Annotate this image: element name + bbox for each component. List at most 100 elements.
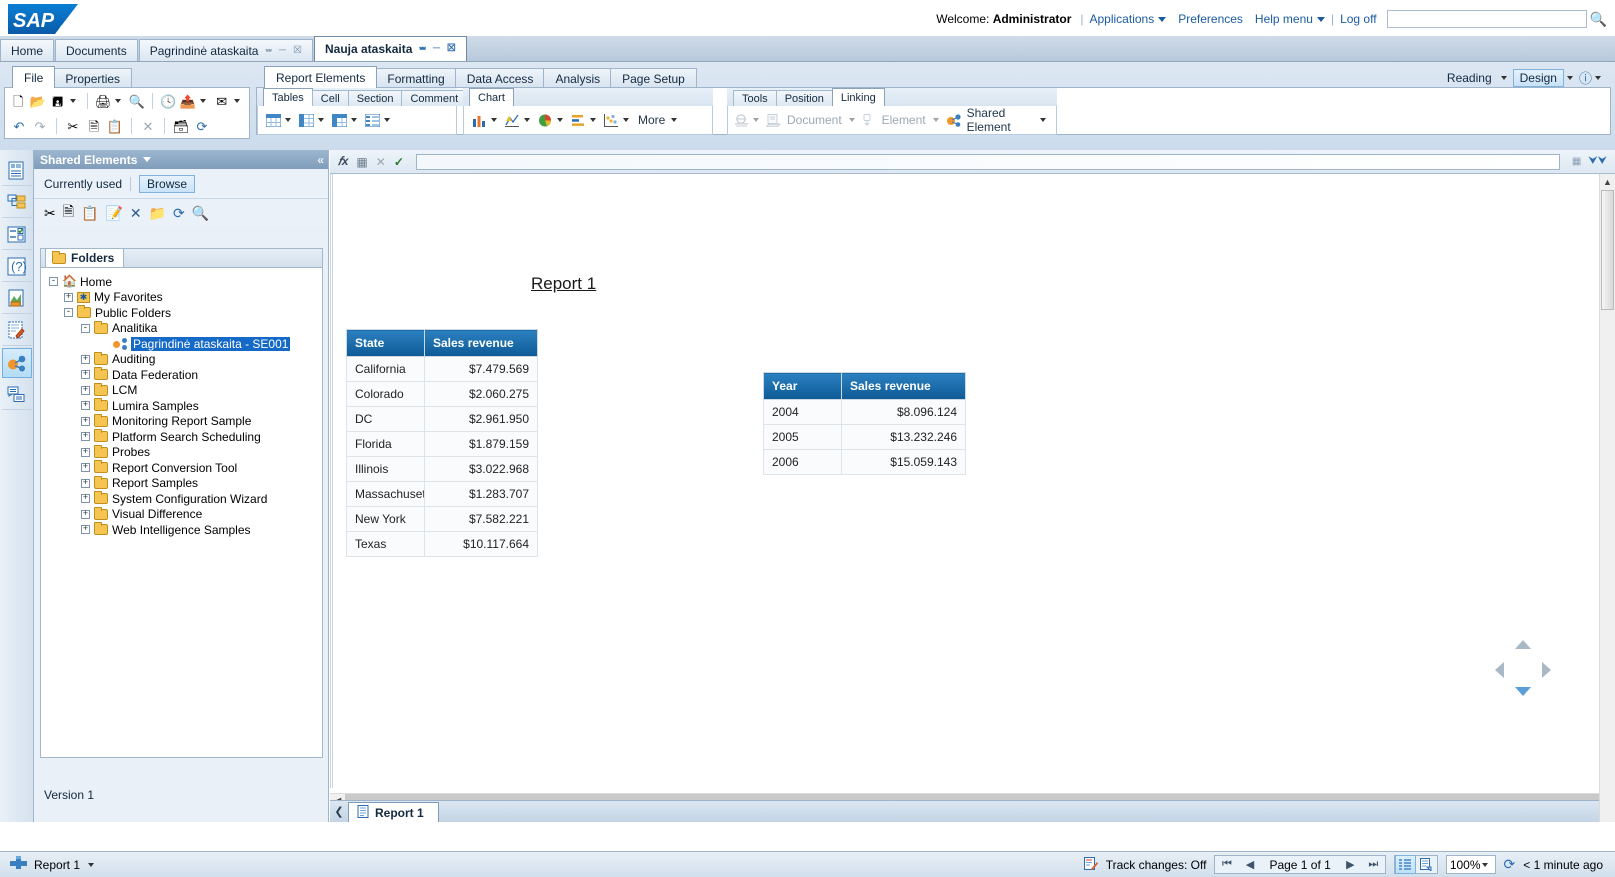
chevron-down-icon[interactable] [849,118,855,122]
shared-element-icon[interactable] [946,111,961,129]
table-row[interactable]: New York $7.582.221 [347,507,538,532]
cut-icon[interactable]: ✂ [44,205,56,222]
new-folder-icon[interactable]: 📁 [149,205,166,222]
tree-node-monitoring-report-sample[interactable]: + Monitoring Report Sample [45,414,318,430]
expand-expander-icon[interactable]: + [81,463,90,472]
nav-up-icon[interactable] [1515,640,1531,649]
chevron-down-icon[interactable] [557,118,563,122]
expand-formula-icon[interactable]: ⮟⮟ [1588,155,1607,168]
column-chart-icon[interactable] [470,111,488,129]
bar-chart-icon[interactable] [569,111,587,129]
workspace-tab-home[interactable]: Home [0,39,54,61]
table-row[interactable]: Illinois $3.022.968 [347,457,538,482]
cell-sales-revenue[interactable]: $15.059.143 [842,450,966,475]
table-row[interactable]: Massachusetts $1.283.707 [347,482,538,507]
scatter-chart-icon[interactable] [602,111,620,129]
subtab-chart[interactable]: Chart [469,88,514,106]
refresh-icon[interactable]: ⟳ [193,117,211,135]
chevron-down-icon[interactable] [623,118,629,122]
vertical-table-icon[interactable] [297,111,315,129]
minimize-icon[interactable]: ─ [433,44,440,54]
cell-sales-revenue[interactable]: $8.096.124 [842,400,966,425]
chevron-down-icon[interactable] [318,118,324,122]
nav-down-icon[interactable] [1515,687,1531,696]
chevron-down-icon[interactable] [351,118,357,122]
table-row[interactable]: 2005 $13.232.246 [764,425,966,450]
search-icon[interactable]: 🔍 [1590,11,1607,28]
scroll-thumb[interactable] [1601,190,1614,310]
delete-icon[interactable]: ✕ [139,117,157,135]
more-charts-button[interactable]: More [635,113,668,127]
edit-data-provider-icon[interactable]: 🗃 [172,117,190,135]
copy-icon[interactable]: 🗎 [85,117,103,135]
cell-state[interactable]: California [347,357,425,382]
subtab-tables[interactable]: Tables [263,88,313,106]
tree-tab-folders[interactable]: Folders [45,248,124,267]
cell-state[interactable]: Colorado [347,382,425,407]
next-page-icon[interactable]: ▶ [1339,858,1362,871]
quick-display-mode-icon[interactable] [1395,855,1416,874]
nav-left-icon[interactable] [1495,662,1504,678]
collapse-expander-icon[interactable]: - [81,324,90,333]
paste-icon[interactable]: 📋 [81,205,98,222]
cell-sales-revenue[interactable]: $13.232.246 [842,425,966,450]
chevron-down-icon[interactable] [88,863,94,867]
tab-file[interactable]: File [12,66,55,88]
cell-sales-revenue[interactable]: $2.961.950 [425,407,538,432]
crosstab-table-icon[interactable] [330,111,348,129]
cell-sales-revenue[interactable]: $2.060.275 [425,382,538,407]
prev-page-icon[interactable]: ◀ [1238,858,1261,871]
report-tab-scroll-left-icon[interactable]: ❮ [330,802,348,822]
document-structure-icon[interactable] [2,316,32,346]
last-page-icon[interactable]: ⏭ [1362,858,1385,871]
chevron-down-icon[interactable] [1595,76,1601,80]
create-variable-icon[interactable]: ▦ [356,155,367,169]
expand-expander-icon[interactable]: + [81,525,90,534]
nav-log-off[interactable]: Log off [1340,12,1376,26]
nav-applications[interactable]: Applications [1090,12,1167,26]
search-icon[interactable]: 🔍 [192,205,209,222]
chevron-down-icon[interactable] [524,118,530,122]
chevron-down-icon[interactable] [200,99,206,103]
refresh-icon[interactable]: ⟳ [173,205,185,222]
table-row[interactable]: Florida $1.879.159 [347,432,538,457]
shared-element-label[interactable]: Shared Element [964,106,1036,134]
redo-icon[interactable]: ↷ [31,117,49,135]
open-document-icon[interactable]: 📂 [30,92,47,110]
track-changes-icon[interactable] [1084,857,1098,873]
expand-expander-icon[interactable]: + [81,417,90,426]
cut-icon[interactable]: ✂ [64,117,82,135]
save-icon[interactable]: 🖪 [49,92,66,110]
reading-mode-button[interactable]: Reading [1441,70,1498,86]
tree-node-auditing[interactable]: + Auditing [45,352,318,368]
send-mail-icon[interactable]: ✉ [213,92,230,110]
document-link-label[interactable]: Document [784,113,845,127]
browse-button[interactable]: Browse [139,175,195,193]
element-link-icon[interactable] [862,111,876,129]
nav-right-icon[interactable] [1542,662,1551,678]
available-objects-icon[interactable] [2,284,32,314]
chevron-down-icon[interactable] [143,157,151,162]
restore-icon[interactable]: ⏕ [265,46,271,56]
tree-node-report-samples[interactable]: + Report Samples [45,476,318,492]
table-row[interactable]: DC $2.961.950 [347,407,538,432]
report-tab-report-1[interactable]: Report 1 [348,802,439,822]
chevron-down-icon[interactable] [1040,118,1046,122]
web-service-publisher-icon[interactable]: (?) [2,252,32,282]
subtab-linking[interactable]: Linking [832,88,885,106]
state-sales-table[interactable]: State Sales revenue California $7.479.56… [346,329,538,557]
tab-page-setup[interactable]: Page Setup [610,68,697,88]
expand-expander-icon[interactable]: + [81,401,90,410]
column-header-sales-revenue[interactable]: Sales revenue [842,373,966,400]
formula-input[interactable] [416,154,1560,170]
track-changes-label[interactable]: Track changes: Off [1106,858,1207,872]
expand-expander-icon[interactable]: + [64,293,73,302]
nav-help-menu[interactable]: Help menu [1255,12,1325,26]
tab-formatting[interactable]: Formatting [375,68,456,88]
collapse-panel-icon[interactable]: « [317,153,322,167]
chevron-down-icon[interactable] [933,118,939,122]
vertical-scrollbar[interactable]: ▲ [1599,174,1615,822]
subtab-cell[interactable]: Cell [312,90,349,106]
document-link-icon[interactable] [766,111,781,129]
resize-grip-icon[interactable]: ▦ [1572,156,1580,167]
